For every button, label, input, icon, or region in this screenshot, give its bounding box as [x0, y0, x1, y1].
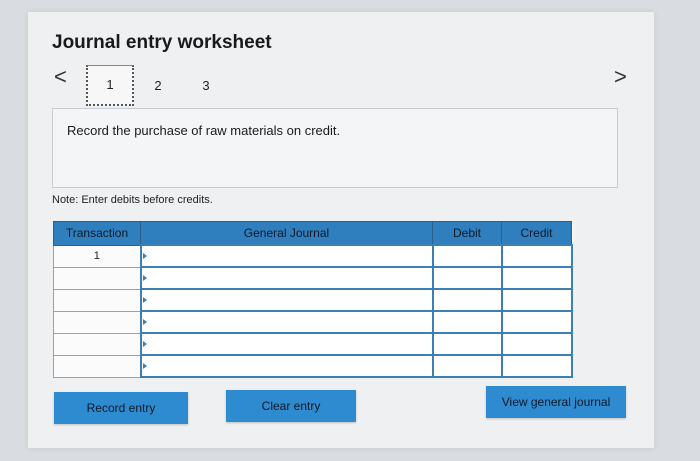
- record-entry-button[interactable]: Record entry: [54, 392, 188, 424]
- next-arrow-icon[interactable]: >: [614, 66, 627, 88]
- debit-input[interactable]: [431, 310, 503, 334]
- step-tab-1[interactable]: 1: [86, 64, 134, 106]
- debit-input[interactable]: [431, 266, 503, 290]
- debit-input[interactable]: [431, 332, 503, 356]
- credit-input[interactable]: [500, 288, 573, 312]
- instruction-box: Record the purchase of raw materials on …: [52, 108, 618, 188]
- column-header-debit: Debit: [432, 221, 502, 246]
- debit-input[interactable]: [431, 288, 503, 312]
- column-header-general-journal: General Journal: [140, 221, 433, 246]
- instruction-text: Record the purchase of raw materials on …: [67, 123, 341, 138]
- credit-input[interactable]: [500, 244, 573, 268]
- transaction-cell: [53, 288, 141, 312]
- step-tab-3[interactable]: 3: [182, 66, 230, 104]
- transaction-cell: [53, 266, 141, 290]
- journal-table: Transaction General Journal Debit Credit…: [53, 221, 573, 378]
- transaction-cell: [53, 332, 141, 356]
- credit-input[interactable]: [500, 332, 573, 356]
- dropdown-marker-icon: [142, 275, 147, 281]
- column-header-transaction: Transaction: [53, 221, 141, 246]
- credit-input[interactable]: [500, 354, 573, 378]
- dropdown-marker-icon: [142, 253, 147, 259]
- table-row: 1: [53, 244, 573, 268]
- debit-input[interactable]: [431, 354, 503, 378]
- transaction-cell: [53, 354, 141, 378]
- dropdown-marker-icon: [142, 363, 147, 369]
- account-input[interactable]: [139, 310, 434, 334]
- account-input[interactable]: [139, 266, 434, 290]
- view-general-journal-button[interactable]: View general journal: [486, 386, 626, 418]
- account-input[interactable]: [139, 244, 434, 268]
- table-row: [53, 266, 573, 290]
- dropdown-marker-icon: [142, 341, 147, 347]
- page-title: Journal entry worksheet: [52, 32, 272, 53]
- account-input[interactable]: [139, 354, 434, 378]
- note-text: Note: Enter debits before credits.: [52, 194, 213, 206]
- dropdown-marker-icon: [142, 297, 147, 303]
- step-tab-2[interactable]: 2: [134, 66, 182, 104]
- step-tabs: 1 2 3: [86, 64, 230, 106]
- credit-input[interactable]: [500, 310, 573, 334]
- prev-arrow-icon[interactable]: <: [54, 66, 67, 88]
- account-input[interactable]: [139, 288, 434, 312]
- table-row: [53, 310, 573, 334]
- account-input[interactable]: [139, 332, 434, 356]
- column-header-credit: Credit: [501, 221, 572, 246]
- credit-input[interactable]: [500, 266, 573, 290]
- table-row: [53, 354, 573, 378]
- transaction-cell: 1: [53, 244, 141, 268]
- table-header-row: Transaction General Journal Debit Credit: [53, 221, 572, 246]
- transaction-cell: [53, 310, 141, 334]
- dropdown-marker-icon: [142, 319, 147, 325]
- table-row: [53, 288, 573, 312]
- clear-entry-button[interactable]: Clear entry: [226, 390, 356, 422]
- table-row: [53, 332, 573, 356]
- debit-input[interactable]: [431, 244, 503, 268]
